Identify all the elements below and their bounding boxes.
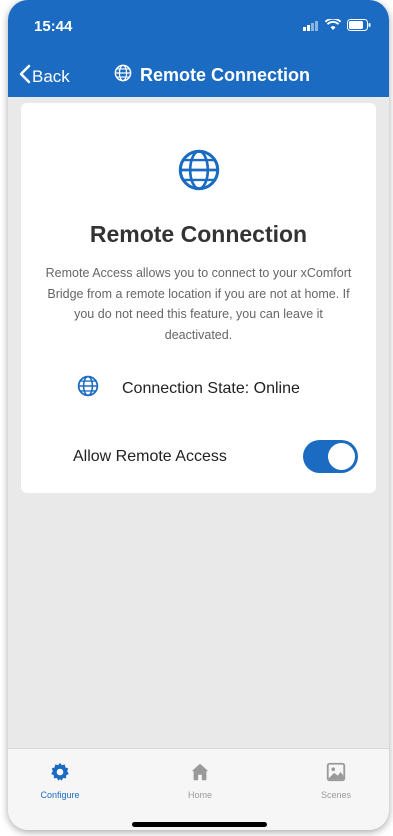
card-description: Remote Access allows you to connect to y…	[45, 266, 352, 342]
signal-icon	[303, 18, 319, 36]
tab-home-label: Home	[187, 790, 212, 800]
scenes-icon	[325, 762, 347, 787]
header-bar: 15:44 Back Remote Connection	[8, 0, 389, 97]
tab-home[interactable]: Home	[165, 761, 235, 800]
connection-state-text: Connection State: Online	[122, 379, 300, 397]
globe-icon	[114, 64, 132, 87]
chevron-left-icon	[18, 64, 32, 89]
back-button[interactable]: Back	[18, 64, 70, 89]
globe-icon	[177, 148, 221, 197]
remote-connection-card: Remote Connection Remote Access allows y…	[21, 103, 376, 493]
tab-scenes-label: Scenes	[320, 790, 352, 800]
phone-screen: 15:44 Back Remote Connection Remote Conn…	[8, 0, 389, 830]
tab-bar: Configure Home Scenes	[8, 748, 389, 830]
nav-title: Remote Connection	[114, 64, 310, 87]
home-icon	[189, 763, 211, 787]
battery-icon	[347, 18, 371, 36]
back-label: Back	[32, 66, 70, 86]
allow-remote-access-toggle[interactable]	[303, 440, 358, 473]
allow-remote-access-label: Allow Remote Access	[73, 447, 227, 465]
card-title: Remote Connection	[89, 221, 308, 247]
gear-icon	[49, 762, 71, 787]
wifi-icon	[324, 17, 342, 36]
connection-state-row: Connection State: Online	[77, 375, 300, 402]
tab-configure-label: Configure	[40, 790, 80, 800]
globe-icon	[77, 375, 99, 402]
tab-scenes[interactable]: Scenes	[301, 761, 371, 800]
nav-bar: Back Remote Connection	[8, 64, 389, 88]
home-indicator[interactable]	[132, 822, 267, 827]
allow-remote-access-row: Allow Remote Access	[73, 440, 358, 473]
status-time: 15:44	[34, 18, 73, 35]
toggle-knob	[328, 443, 355, 470]
tab-configure[interactable]: Configure	[25, 761, 95, 800]
status-icons	[303, 17, 371, 36]
page-title: Remote Connection	[140, 65, 311, 85]
